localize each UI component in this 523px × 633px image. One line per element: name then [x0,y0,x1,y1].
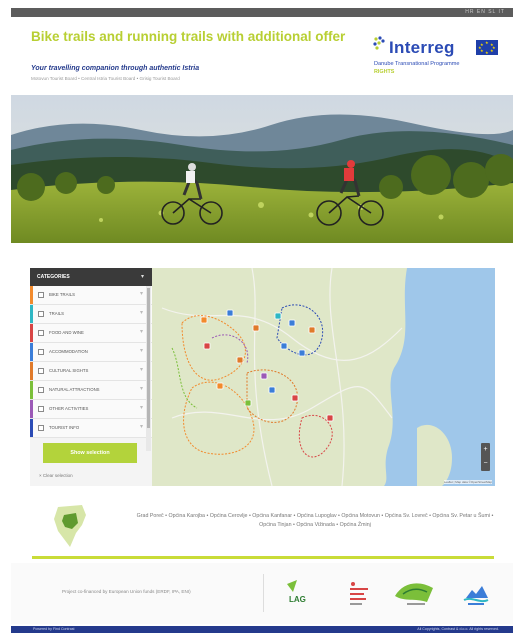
category-color-bar [30,305,33,323]
category-item[interactable]: ACCOMMODATION ▾ [30,343,152,362]
category-list: BIKE TRAILS ▾ TRAILS ▾ FOOD AND WINE ▾ ACCOMMO… [30,286,152,438]
map-pin-icon[interactable] [280,342,288,350]
programme-name: Danube Transnational Programme [374,61,460,67]
page-subtitle: Your travelling companion through authen… [31,65,200,72]
map-pin-icon[interactable] [274,312,282,320]
map-pin-icon[interactable] [203,342,211,350]
lag-logo[interactable]: LAG [283,578,311,608]
category-item[interactable]: OTHER ACTIVITIES ▾ [30,400,152,419]
categories-header[interactable]: CATEGORIES ▾ [30,268,152,286]
map-pin-icon[interactable] [216,382,224,390]
language-switcher[interactable]: HR EN SL IT [465,9,505,15]
category-checkbox[interactable] [38,425,44,431]
category-color-bar [30,324,33,342]
motovun-logo[interactable] [393,578,437,608]
categories-title: CATEGORIES [37,274,70,280]
map-pin-icon[interactable] [200,316,208,324]
section-divider [32,556,494,559]
page-title: Bike trails and running trails with addi… [31,29,346,44]
svg-text:LAG: LAG [289,595,306,604]
chevron-down-icon[interactable]: ▾ [140,328,143,335]
zoom-in-button[interactable]: + [481,443,490,457]
footer-divider [263,574,264,612]
map-canvas[interactable] [152,268,495,486]
map-pin-icon[interactable] [260,372,268,380]
map-pin-icon[interactable] [298,349,306,357]
map-attribution[interactable]: Leaflet | Map data ©OpenStreetMap [443,480,492,484]
category-color-bar [30,419,33,437]
category-label: BIKE TRAILS [49,292,75,297]
category-checkbox[interactable] [38,330,44,336]
map-pin-icon[interactable] [308,326,316,334]
interreg-wordmark: Interreg [389,38,455,57]
istria-logo[interactable] [462,578,490,608]
category-checkbox[interactable] [38,368,44,374]
show-selection-button[interactable]: Show selection [43,443,137,463]
project-name: RIGHTS [374,69,395,75]
category-color-bar [30,400,33,418]
istria-region-map [54,505,86,547]
tourist-board-logo[interactable] [345,578,373,608]
top-bar: HR EN SL IT [11,8,513,17]
map-pin-icon[interactable] [226,309,234,317]
category-checkbox[interactable] [38,349,44,355]
clear-selection-link[interactable]: × Clear selection [39,473,73,478]
map-pin-icon[interactable] [236,356,244,364]
category-color-bar [30,286,33,304]
page: HR EN SL IT Bike trails and running trai… [0,0,523,633]
chevron-down-icon[interactable]: ▾ [140,423,143,430]
map-pin-icon[interactable] [291,394,299,402]
zoom-control: + − [481,443,490,471]
map-pin-icon[interactable] [252,324,260,332]
category-checkbox[interactable] [38,387,44,393]
category-item[interactable]: CULTURAL SIGHTS ▾ [30,362,152,381]
category-checkbox[interactable] [38,292,44,298]
tourist-boards-tagline: Motovun Tourist Board • Central Istria T… [31,76,180,81]
category-label: ACCOMMODATION [49,349,88,354]
category-color-bar [30,362,33,380]
chevron-down-icon[interactable]: ▾ [140,404,143,411]
zoom-out-button[interactable]: − [481,457,490,471]
categories-panel: CATEGORIES ▾ BIKE TRAILS ▾ TRAILS ▾ FOOD AND… [30,268,152,486]
category-checkbox[interactable] [38,311,44,317]
eu-flag-icon: ★ ★ ★ ★ ★ ★ ★ ★ [476,40,498,55]
chevron-down-icon[interactable]: ▾ [140,309,143,316]
trail-map[interactable]: + − Leaflet | Map data ©OpenStreetMap [152,268,495,486]
category-label: NATURAL ATTRACTIONS [49,387,100,392]
category-label: TOURIST INFO [49,425,80,430]
category-item[interactable]: NATURAL ATTRACTIONS ▾ [30,381,152,400]
category-scrollbar[interactable] [146,286,151,451]
category-color-bar [30,381,33,399]
collapse-icon[interactable]: ▾ [141,268,144,286]
category-label: CULTURAL SIGHTS [49,368,89,373]
category-color-bar [30,343,33,361]
bottom-bar: Powered by Find Contrast All Copyrights,… [11,626,513,633]
scrollbar-thumb[interactable] [147,288,150,428]
category-item[interactable]: TOURIST INFO ▾ [30,419,152,438]
powered-by[interactable]: Powered by Find Contrast [33,627,75,631]
chevron-down-icon[interactable]: ▾ [140,347,143,354]
municipalities-list: Grad Poreč • Općina Karojba • Općina Cer… [136,513,494,528]
map-pin-icon[interactable] [244,399,252,407]
map-pin-icon[interactable] [268,386,276,394]
category-label: OTHER ACTIVITIES [49,406,89,411]
category-checkbox[interactable] [38,406,44,412]
category-label: FOOD AND WINE [49,330,84,335]
category-item[interactable]: FOOD AND WINE ▾ [30,324,152,343]
chevron-down-icon[interactable]: ▾ [140,366,143,373]
category-item[interactable]: BIKE TRAILS ▾ [30,286,152,305]
hero-cyclists-image [11,95,513,243]
chevron-down-icon[interactable]: ▾ [140,290,143,297]
copyright: All Copyrights, Contrast & d.o.o. All ri… [417,627,499,631]
map-pin-icon[interactable] [326,414,334,422]
category-label: TRAILS [49,311,65,316]
category-item[interactable]: TRAILS ▾ [30,305,152,324]
interreg-logo[interactable]: Interreg ★ ★ ★ ★ ★ ★ ★ ★ Danube Transnational… [372,34,500,84]
chevron-down-icon[interactable]: ▾ [140,385,143,392]
map-pin-icon[interactable] [288,319,296,327]
funding-note: Project co-financed by European Union fu… [62,589,191,594]
